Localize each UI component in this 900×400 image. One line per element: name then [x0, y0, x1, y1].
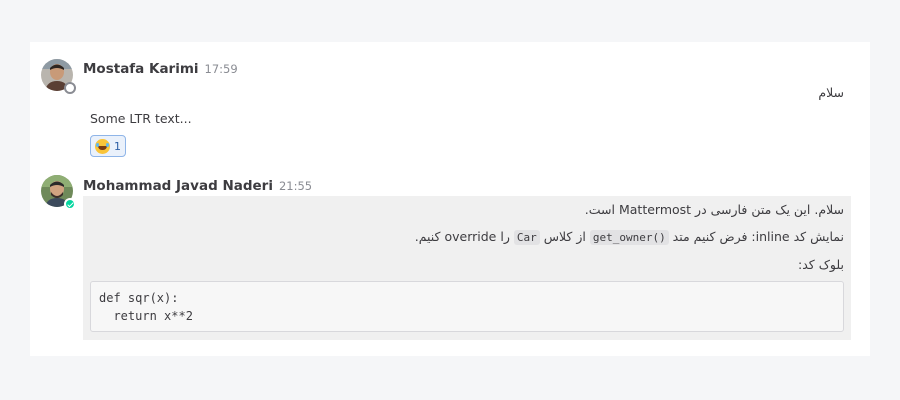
- message-list: Mostafa Karimi 17:59 سلام Some LTR text..…: [30, 42, 870, 356]
- inline-code: Car: [513, 230, 540, 245]
- joy-emoji-icon: [95, 138, 110, 154]
- code-block[interactable]: def sqr(x): return x**2: [90, 281, 844, 332]
- text-segment: نمایش کد inline: فرض کنیم متد: [668, 229, 844, 244]
- message-line-1: سلام. این یک متن فارسی در Mattermost است…: [584, 202, 844, 217]
- status-offline-icon: [64, 82, 76, 94]
- status-online-icon: [64, 198, 76, 210]
- text-segment: را override کنیم.: [414, 229, 514, 244]
- message-text-ltr: Some LTR text...: [90, 111, 192, 126]
- author-name[interactable]: Mohammad Javad Naderi: [83, 178, 273, 194]
- post-time[interactable]: 21:55: [279, 179, 312, 193]
- author-name[interactable]: Mostafa Karimi: [83, 61, 199, 77]
- message-line-3: بلوک کد:: [798, 257, 844, 272]
- message-text-rtl: سلام: [818, 85, 844, 100]
- post-header: Mohammad Javad Naderi 21:55: [83, 175, 312, 194]
- post-time[interactable]: 17:59: [205, 62, 238, 76]
- reaction-count: 1: [114, 139, 121, 153]
- reaction-button[interactable]: 1: [90, 135, 126, 157]
- inline-code: get_owner(): [589, 230, 669, 245]
- message-line-2: نمایش کد inline: فرض کنیم متد get_owner(…: [414, 229, 844, 245]
- text-segment: از کلاس: [539, 229, 590, 244]
- avatar[interactable]: [41, 175, 76, 210]
- post-header: Mostafa Karimi 17:59: [83, 58, 238, 77]
- avatar[interactable]: [41, 59, 76, 94]
